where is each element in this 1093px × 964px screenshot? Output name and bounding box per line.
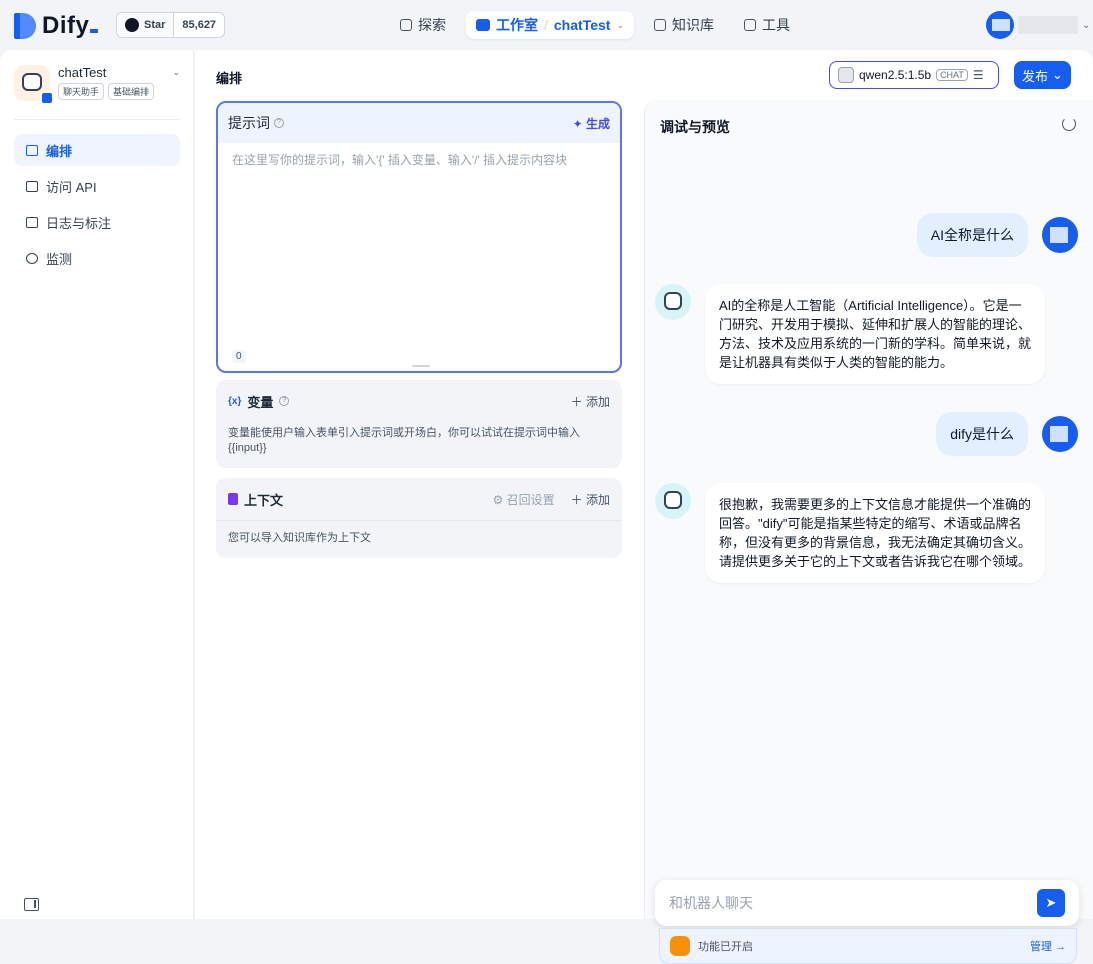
user-avatar	[986, 11, 1014, 39]
page-title: 编排	[216, 71, 243, 86]
send-icon: ➤	[1045, 895, 1057, 910]
github-star-button[interactable]: Star 85,627	[116, 12, 226, 38]
nav-app-name[interactable]: chatTest	[554, 17, 611, 33]
app-name: chatTest	[58, 65, 107, 80]
features-icon	[670, 936, 690, 956]
model-name: qwen2.5:1.5b	[859, 68, 932, 82]
sidebar-item-api[interactable]: 访问 API	[14, 170, 180, 202]
logo-text: Dify	[42, 12, 90, 39]
user-avatar	[1042, 416, 1078, 452]
context-description: 您可以导入知识库作为上下文	[216, 520, 622, 558]
app-avatar-icon	[14, 65, 54, 105]
nav-tools[interactable]: 工具	[734, 11, 800, 39]
sidebar-item-logs[interactable]: 日志与标注	[14, 206, 180, 238]
sidebar-item-monitor[interactable]: 监测	[14, 242, 180, 274]
compass-icon	[400, 19, 412, 31]
context-label: 上下文	[244, 492, 284, 508]
publish-button[interactable]: 发布 ⌄	[1014, 61, 1071, 89]
help-icon[interactable]: ?	[279, 396, 290, 406]
prompt-editor: 提示词? ✦ 生成 在这里写你的提示词，输入'{' 插入变量、输入'/' 插入提…	[216, 101, 622, 373]
hammer-icon	[743, 19, 756, 31]
context-card: 上下文 ⚙ 召回设置 ＋ 添加 您可以导入知识库作为上下文	[216, 478, 622, 558]
terminal-icon	[26, 180, 38, 192]
robot-icon	[476, 19, 490, 31]
nav-studio[interactable]: 工作室 / chatTest ⌄	[466, 11, 634, 39]
sidebar-divider	[14, 119, 180, 120]
app-type-tag: 聊天助手	[58, 83, 105, 100]
prompt-label: 提示词	[228, 115, 270, 131]
add-variable-button[interactable]: ＋ 添加	[571, 393, 610, 410]
app-sidebar: chatTest ⌄ 聊天助手 基础编排 编排 访问 API 日志与标注 监测	[0, 50, 194, 919]
logo-mark-icon	[14, 13, 36, 39]
chat-message-user: AI全称是什么	[916, 213, 1078, 257]
generate-button[interactable]: ✦ 生成	[573, 115, 610, 132]
debug-panel-title: 调试与预览	[660, 119, 730, 135]
dify-logo[interactable]: Dify	[14, 12, 99, 40]
model-provider-icon	[838, 67, 854, 83]
github-icon	[125, 18, 139, 32]
features-bar: 功能已开启 管理 →	[659, 928, 1077, 964]
github-star-count: 85,627	[182, 19, 217, 31]
variables-label: 变量	[247, 394, 274, 410]
chat-message-user: dify是什么	[936, 412, 1078, 456]
chat-message-bot: AI的全称是人工智能（Artificial Intelligence）。它是一门…	[655, 284, 1045, 384]
chevron-down-icon: ⌄	[1082, 19, 1091, 31]
variable-icon: {x}	[228, 395, 242, 407]
manage-features-link[interactable]: 管理 →	[1030, 938, 1066, 954]
nav-separator: /	[544, 17, 548, 33]
variables-description: 变量能使用户输入表单引入提示词或开场白，你可以试试在提示词中输入 {{input…	[228, 427, 580, 454]
debug-preview-panel: 调试与预览 AI全称是什么 AI的全称是人工智能（Artificial Inte…	[644, 100, 1093, 964]
user-bubble: dify是什么	[936, 412, 1028, 456]
main-area: 编排 qwen2.5:1.5b CHAT ☰ 发布 ⌄ 提示词? ✦ 生成 在这里…	[195, 50, 1093, 964]
gauge-icon	[26, 252, 38, 264]
sidebar-collapse-icon[interactable]	[24, 898, 39, 911]
add-context-button[interactable]: ＋ 添加	[571, 491, 610, 508]
chat-input-box: ➤	[655, 880, 1079, 926]
document-icon	[228, 493, 238, 505]
nav-explore[interactable]: 探索	[390, 11, 456, 39]
features-status: 功能已开启	[698, 941, 753, 953]
chevron-down-icon[interactable]: ⌄	[616, 20, 624, 31]
nav-knowledge[interactable]: 知识库	[644, 11, 724, 39]
user-menu[interactable]: ⌄	[986, 11, 1090, 39]
bot-bubble: AI的全称是人工智能（Artificial Intelligence）。它是一门…	[705, 284, 1045, 384]
main-nav: 探索 工作室 / chatTest ⌄ 知识库 工具	[390, 11, 800, 39]
sidebar-item-orchestrate[interactable]: 编排	[14, 134, 180, 166]
prompt-char-count: 0	[232, 350, 246, 363]
app-info[interactable]: chatTest ⌄ 聊天助手 基础编排	[14, 65, 180, 105]
sliders-icon[interactable]: ☰	[973, 68, 984, 82]
log-icon	[26, 216, 38, 228]
chat-badge-icon	[40, 91, 54, 105]
send-button[interactable]: ➤	[1037, 889, 1065, 917]
top-bar: Dify Star 85,627 探索 工作室 / chatTest ⌄ 知识库…	[0, 0, 1093, 50]
sidebar-nav: 编排 访问 API 日志与标注 监测	[14, 134, 180, 278]
user-name-redacted	[1018, 16, 1078, 34]
chat-message-bot: 很抱歉，我需要更多的上下文信息才能提供一个准确的回答。"dify"可能是指某些特…	[655, 483, 1045, 583]
model-mode-tag: CHAT	[936, 69, 968, 81]
app-mode-tag: 基础编排	[108, 83, 155, 100]
refresh-icon[interactable]	[1062, 117, 1076, 131]
nav-studio-label: 工作室	[496, 17, 538, 33]
help-icon[interactable]: ?	[274, 118, 284, 128]
bot-bubble: 很抱歉，我需要更多的上下文信息才能提供一个准确的回答。"dify"可能是指某些特…	[705, 483, 1045, 583]
prompt-input[interactable]: 在这里写你的提示词，输入'{' 插入变量、输入'/' 插入提示内容块	[218, 143, 620, 176]
bot-avatar	[655, 483, 691, 519]
resize-handle[interactable]	[412, 365, 430, 367]
github-star-label: Star	[144, 19, 166, 31]
user-bubble: AI全称是什么	[916, 213, 1028, 257]
chevron-down-icon: ⌄	[1052, 67, 1063, 82]
chevron-down-icon[interactable]: ⌄	[172, 67, 180, 78]
chat-input[interactable]	[669, 895, 1037, 911]
book-icon	[653, 19, 666, 31]
user-avatar	[1042, 217, 1078, 253]
bot-avatar	[655, 284, 691, 320]
layout-icon	[26, 144, 38, 156]
variables-card: {x} 变量? ＋ 添加 变量能使用户输入表单引入提示词或开场白，你可以试试在提示…	[216, 380, 622, 468]
model-selector[interactable]: qwen2.5:1.5b CHAT ☰	[829, 61, 999, 89]
retrieval-settings-button[interactable]: ⚙ 召回设置	[493, 491, 555, 508]
